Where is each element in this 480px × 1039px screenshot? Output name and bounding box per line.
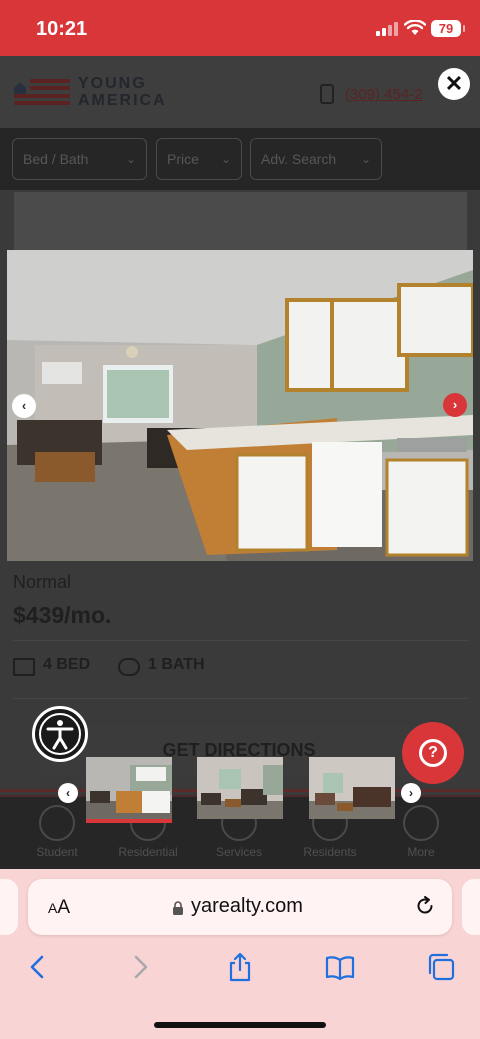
accessibility-icon (39, 713, 81, 755)
filter-label: Bed / Bath (23, 151, 89, 167)
url-text: yarealty.com (191, 895, 303, 917)
next-tab-peek[interactable] (462, 879, 480, 935)
back-icon[interactable] (22, 951, 54, 983)
nav-label: Student (36, 845, 78, 859)
school-icon (39, 805, 75, 841)
filter-price[interactable]: Price ⌄ (156, 138, 242, 180)
battery-level: 79 (431, 20, 461, 37)
filter-bed-bath[interactable]: Bed / Bath ⌄ (12, 138, 147, 180)
home-indicator (154, 1022, 326, 1028)
share-icon[interactable] (224, 951, 256, 983)
listing-type: Normal (13, 572, 72, 592)
reload-icon[interactable] (414, 895, 436, 917)
listing-price: $439/mo. (13, 602, 112, 628)
address-bar[interactable]: AA yarealty.com (28, 879, 452, 935)
bookmarks-icon[interactable] (324, 951, 356, 983)
thumbnail-2[interactable] (197, 757, 283, 819)
thumbnail-1[interactable] (86, 757, 172, 823)
nav-label: Services (215, 845, 262, 859)
previous-tab-peek[interactable] (0, 879, 18, 935)
browser-chrome: AA yarealty.com (0, 869, 480, 1039)
question-icon: ? (419, 739, 447, 767)
phone-link[interactable]: (309) 454-2 (345, 86, 423, 103)
chevron-down-icon: ⌄ (125, 152, 136, 166)
logo-flag-icon (14, 79, 70, 105)
status-bar: 10:21 79 (0, 0, 480, 56)
thumbnail-3[interactable] (309, 757, 395, 819)
phone-icon (320, 84, 334, 104)
site-header: YOUNG AMERICA (309) 454-2 (0, 56, 480, 128)
photo-next-button[interactable]: › (443, 393, 467, 417)
accessibility-button[interactable] (32, 706, 88, 762)
menu-icon (403, 805, 439, 841)
chevron-down-icon: ⌄ (360, 152, 371, 166)
close-lightbox-button[interactable]: ✕ (438, 68, 470, 100)
signal-icon (376, 22, 398, 36)
bed-icon (13, 658, 35, 676)
thumbnail-image (86, 757, 172, 819)
filter-bar: Bed / Bath ⌄ Price ⌄ Adv. Search ⌄ (0, 128, 480, 190)
filter-adv-search[interactable]: Adv. Search ⌄ (250, 138, 382, 180)
logo-line2: AMERICA (78, 92, 167, 109)
photo-prev-button[interactable]: ‹ (12, 394, 36, 418)
bed-count: 4 BED (43, 656, 91, 673)
text-size-large: A (57, 897, 71, 918)
lock-icon (173, 901, 183, 915)
logo-line1: YOUNG (78, 75, 147, 92)
text-size-small: A (48, 900, 58, 916)
site-logo[interactable]: YOUNG AMERICA (78, 76, 167, 110)
thumbnail-image (309, 757, 395, 819)
filter-label: Price (167, 151, 199, 167)
apartment-photo (7, 250, 473, 561)
chevron-down-icon: ⌄ (220, 152, 231, 166)
thumbnails-prev-button[interactable]: ‹ (58, 783, 78, 803)
bath-icon (118, 658, 140, 676)
bath-count: 1 BATH (148, 656, 205, 673)
thumbnails-next-button[interactable]: › (401, 783, 421, 803)
nav-label: Residents (303, 845, 357, 859)
nav-label: More (407, 845, 435, 859)
tabs-icon[interactable] (425, 951, 457, 983)
help-button[interactable]: ? (402, 722, 464, 784)
thumbnail-image (197, 757, 283, 819)
nav-label: Residential (118, 845, 178, 859)
listing-photo-dimmed (14, 192, 467, 252)
divider (13, 698, 468, 699)
divider (13, 640, 468, 641)
text-size-button[interactable]: AA (48, 897, 70, 919)
filter-label: Adv. Search (261, 151, 337, 167)
forward-icon[interactable] (124, 951, 156, 983)
status-time: 10:21 (36, 18, 88, 40)
lightbox-photo (7, 250, 473, 561)
wifi-icon (404, 20, 426, 35)
battery-tip (463, 25, 465, 32)
